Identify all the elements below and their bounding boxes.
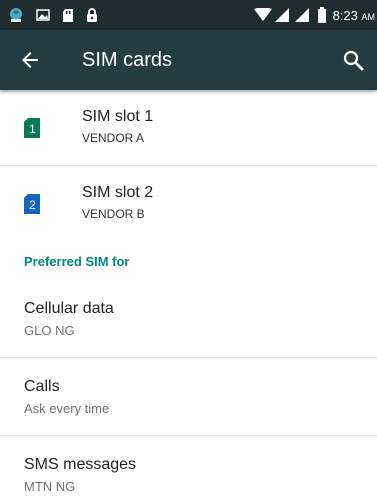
- svg-text:2: 2: [29, 198, 36, 212]
- clock: 8:23 AM: [332, 7, 375, 23]
- svg-text:1: 1: [29, 122, 36, 136]
- pref-value: Ask every time: [24, 401, 110, 416]
- app-bar: SIM cards: [0, 30, 377, 90]
- sim-card-1-icon: 1: [24, 118, 40, 138]
- pref-value: MTN NG: [24, 479, 76, 494]
- back-arrow-icon[interactable]: [18, 48, 42, 72]
- status-bar: 8:23 AM: [0, 0, 377, 30]
- sim-vendor: VENDOR A: [82, 131, 145, 145]
- wifi-icon: [253, 8, 272, 21]
- sim-vendor: VENDOR B: [82, 207, 145, 221]
- sms-messages-row[interactable]: SMS messages MTN NG: [0, 436, 377, 504]
- battery-icon: [317, 7, 326, 23]
- notification-icons: [8, 7, 98, 23]
- settings-list: 1 SIM slot 1 VENDOR A 2 SIM slot 2 VENDO…: [0, 90, 377, 504]
- search-icon[interactable]: [341, 48, 365, 72]
- signal-icon: [274, 8, 289, 22]
- calls-row[interactable]: Calls Ask every time: [0, 358, 377, 436]
- notification-globe-icon: [10, 8, 22, 22]
- pref-title: Calls: [24, 378, 60, 395]
- pref-value: GLO NG: [24, 323, 75, 338]
- sd-card-icon: [63, 8, 73, 22]
- signal-icon: [294, 8, 309, 22]
- image-icon: [36, 9, 50, 21]
- sim-slot-label: SIM slot 1: [82, 108, 154, 125]
- lock-icon: [87, 7, 97, 22]
- preferred-sim-header: Preferred SIM for: [24, 254, 130, 269]
- sim-slot-label: SIM slot 2: [82, 184, 154, 201]
- system-icons: 8:23 AM: [253, 6, 375, 24]
- sim-slot-1-row[interactable]: 1 SIM slot 1 VENDOR A: [0, 90, 377, 166]
- pref-title: Cellular data: [24, 300, 114, 317]
- cellular-data-row[interactable]: Cellular data GLO NG: [0, 280, 377, 358]
- sim-card-2-icon: 2: [24, 194, 40, 214]
- sim-slot-2-row[interactable]: 2 SIM slot 2 VENDOR B: [0, 166, 377, 240]
- page-title: SIM cards: [82, 49, 173, 71]
- pref-title: SMS messages: [24, 456, 137, 473]
